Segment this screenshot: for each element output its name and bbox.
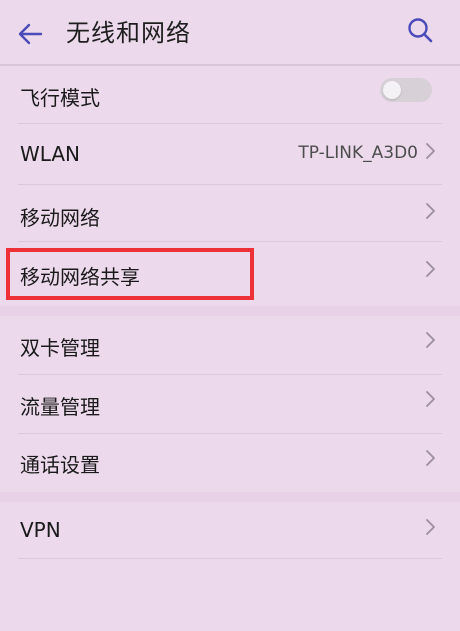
group-separator: [0, 492, 460, 502]
tethering-row[interactable]: 移动网络共享: [0, 242, 460, 306]
airplane-mode-label: 飞行模式: [20, 86, 100, 110]
group-separator: [0, 306, 460, 316]
back-button[interactable]: [10, 14, 50, 54]
chevron-right-icon: [426, 261, 435, 277]
vpn-label: VPN: [20, 518, 61, 542]
chevron-right-icon: [426, 203, 435, 219]
wlan-network-name: TP-LINK_A3D0: [298, 143, 418, 163]
dual-sim-row[interactable]: 双卡管理: [0, 316, 460, 374]
airplane-mode-toggle[interactable]: [380, 78, 432, 102]
mobile-network-label: 移动网络: [20, 206, 100, 230]
search-icon: [408, 18, 433, 43]
data-usage-label: 流量管理: [20, 395, 100, 419]
page-title: 无线和网络: [66, 19, 191, 47]
chevron-right-icon: [426, 450, 435, 466]
wlan-label: WLAN: [20, 142, 81, 166]
call-settings-label: 通话设置: [20, 453, 100, 477]
data-usage-row[interactable]: 流量管理: [0, 375, 460, 433]
chevron-right-icon: [426, 143, 435, 159]
chevron-right-icon: [426, 391, 435, 407]
app-bar: 无线和网络: [0, 0, 460, 66]
mobile-network-row[interactable]: 移动网络: [0, 185, 460, 241]
back-arrow-icon: [18, 23, 43, 45]
dual-sim-label: 双卡管理: [20, 336, 100, 360]
wlan-row[interactable]: WLAN TP-LINK_A3D0: [0, 124, 460, 184]
divider: [18, 558, 442, 559]
toggle-knob: [383, 81, 401, 99]
call-settings-row[interactable]: 通话设置: [0, 434, 460, 492]
airplane-mode-row[interactable]: 飞行模式: [0, 66, 460, 124]
chevron-right-icon: [426, 519, 435, 535]
vpn-row[interactable]: VPN: [0, 502, 460, 558]
chevron-right-icon: [426, 332, 435, 348]
tethering-label: 移动网络共享: [20, 265, 140, 289]
search-button[interactable]: [400, 10, 440, 50]
